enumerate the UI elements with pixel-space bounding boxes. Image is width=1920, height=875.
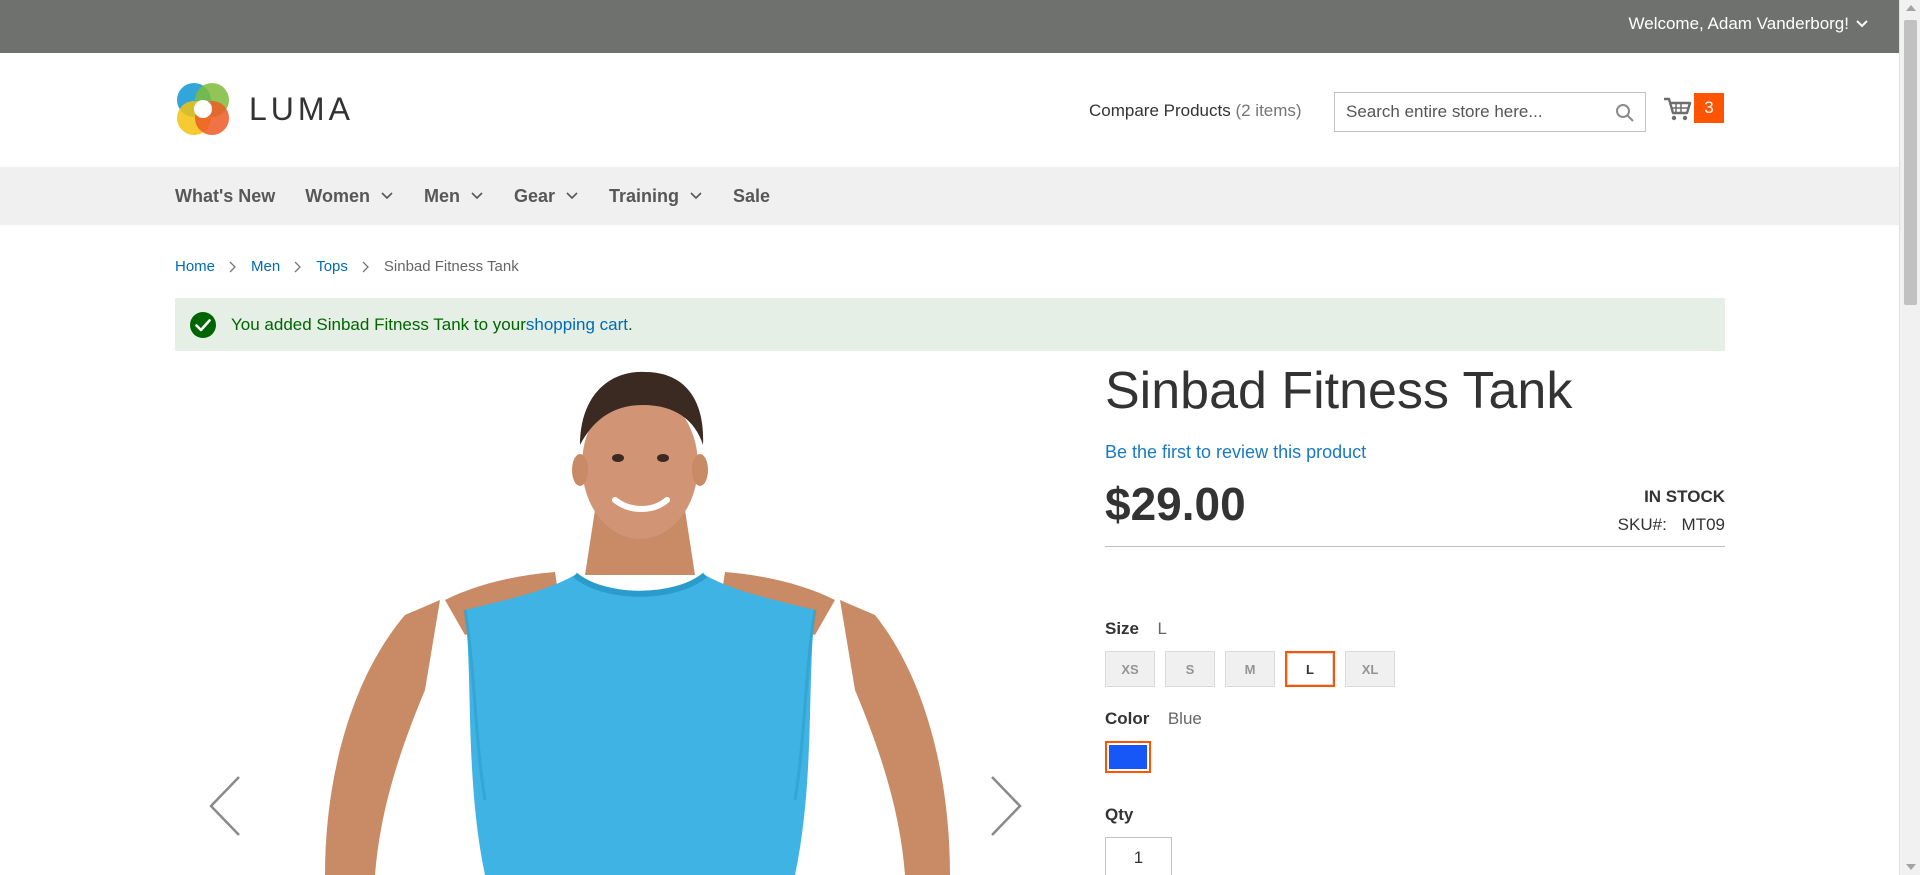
success-message: You added Sinbad Fitness Tank to your sh…: [175, 298, 1725, 351]
qty-input[interactable]: 1: [1105, 837, 1172, 875]
compare-label: Compare Products: [1089, 101, 1231, 120]
logo-text: LUMA: [249, 90, 354, 127]
chevron-down-icon: [1856, 20, 1868, 28]
breadcrumb-home[interactable]: Home: [175, 258, 215, 275]
message-text: You added Sinbad Fitness Tank to your: [231, 314, 526, 334]
size-swatch-xs[interactable]: XS: [1105, 651, 1155, 687]
product-image[interactable]: [175, 360, 1035, 875]
size-swatch-s[interactable]: S: [1165, 651, 1215, 687]
gallery-prev-arrow-icon[interactable]: [207, 775, 243, 837]
page-scrollbar[interactable]: [1899, 0, 1920, 875]
nav-item-label: Gear: [513, 185, 555, 206]
chevron-down-icon: [471, 192, 483, 200]
nav-item-label: What's New: [175, 185, 276, 206]
size-option: Size L XS S M L XL: [1105, 619, 1725, 687]
main-navigation: What's New Women Men Gear Training Sale: [0, 167, 1899, 225]
color-swatch-fill: [1109, 745, 1147, 769]
search-input[interactable]: [1335, 93, 1605, 131]
color-label: Color: [1105, 709, 1150, 728]
size-swatch-xl[interactable]: XL: [1345, 651, 1395, 687]
message-text-end: .: [627, 314, 633, 334]
gallery-next-arrow-icon[interactable]: [988, 775, 1024, 837]
nav-item-sale[interactable]: Sale: [733, 186, 770, 207]
size-selected-value: L: [1157, 619, 1167, 638]
cart-count-badge: 3: [1694, 93, 1724, 123]
chevron-down-icon: [566, 192, 578, 200]
success-check-icon: [190, 311, 216, 338]
breadcrumb-tops[interactable]: Tops: [316, 258, 348, 275]
nav-item-gear[interactable]: Gear: [514, 186, 579, 207]
logo[interactable]: LUMA: [175, 81, 354, 137]
nav-item-men[interactable]: Men: [424, 186, 484, 207]
luma-logo-icon: [177, 83, 229, 135]
top-bar: Welcome, Adam Vanderborg!: [0, 0, 1899, 53]
welcome-text: Welcome, Adam Vanderborg!: [1628, 14, 1850, 33]
chevron-down-icon: [381, 192, 393, 200]
qty-option: Qty 1: [1105, 805, 1725, 875]
stock-status: IN STOCK: [1644, 487, 1725, 506]
breadcrumb-current: Sinbad Fitness Tank: [383, 258, 519, 275]
compare-count: (2 items): [1235, 101, 1302, 120]
chevron-down-icon: [690, 192, 702, 200]
size-label: Size: [1105, 619, 1140, 638]
nav-item-label: Training: [609, 185, 680, 206]
sku-label: SKU#:: [1617, 515, 1667, 534]
nav-item-what-s-new[interactable]: What's New: [175, 186, 275, 207]
product-info: Sinbad Fitness Tank Be the first to revi…: [1105, 360, 1725, 875]
breadcrumb-men[interactable]: Men: [251, 258, 280, 275]
size-swatch-m[interactable]: M: [1225, 651, 1275, 687]
scroll-up-icon[interactable]: [1906, 5, 1916, 11]
nav-item-label: Men: [423, 185, 460, 206]
search-box: [1334, 92, 1646, 132]
compare-products-link[interactable]: Compare Products (2 items): [1089, 101, 1302, 121]
scrollbar-thumb[interactable]: [1904, 20, 1917, 305]
review-link[interactable]: Be the first to review this product: [1105, 442, 1725, 463]
color-selected-value: Blue: [1167, 709, 1202, 728]
size-swatches: XS S M L XL: [1105, 651, 1725, 687]
header: LUMA Compare Products (2 items) 3: [0, 53, 1899, 167]
size-swatch-l[interactable]: L: [1285, 651, 1335, 687]
shopping-cart-link[interactable]: shopping cart: [526, 315, 628, 335]
nav-item-training[interactable]: Training: [609, 186, 703, 207]
product-title: Sinbad Fitness Tank: [1105, 362, 1573, 420]
scroll-down-icon[interactable]: [1906, 864, 1916, 870]
product-price: $29.00: [1105, 478, 1246, 530]
chevron-right-icon: [294, 261, 302, 272]
color-swatch-blue[interactable]: [1105, 741, 1151, 773]
nav-item-label: Women: [305, 185, 370, 206]
search-icon[interactable]: [1615, 103, 1635, 123]
sku-value: MT09: [1681, 515, 1725, 534]
nav-item-label: Sale: [733, 185, 771, 206]
sku: SKU#: MT09: [1618, 515, 1725, 535]
qty-label: Qty: [1105, 805, 1134, 824]
product-gallery: [175, 360, 1035, 875]
welcome-menu[interactable]: Welcome, Adam Vanderborg!: [1629, 14, 1870, 34]
cart-icon: [1664, 97, 1692, 121]
chevron-right-icon: [229, 261, 236, 272]
minicart[interactable]: 3: [1662, 93, 1724, 123]
breadcrumb: Home Men Tops Sinbad Fitness Tank: [175, 258, 519, 275]
price-stock-row: $29.00 IN STOCK SKU#: MT09: [1105, 477, 1725, 547]
nav-item-women[interactable]: Women: [305, 186, 394, 207]
chevron-right-icon: [362, 261, 369, 272]
color-option: Color Blue: [1105, 709, 1725, 773]
